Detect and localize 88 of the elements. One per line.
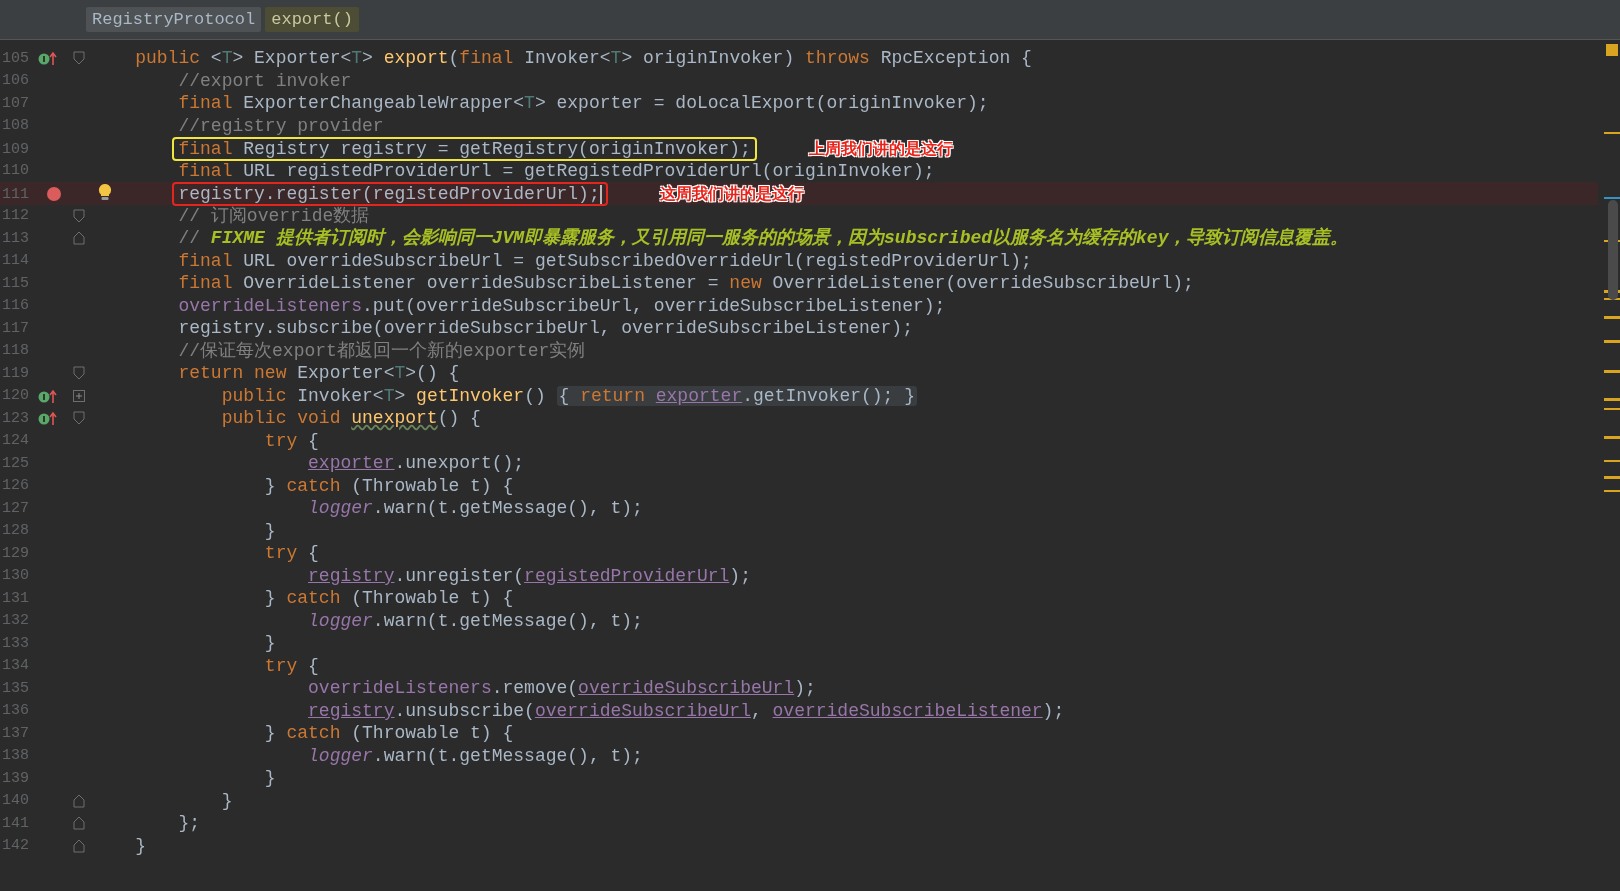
override-icon[interactable] [38,50,58,67]
annotation-text: 这周我们讲的是这行 [659,184,804,204]
code-line: // 订阅override数据 [178,205,370,226]
code-line: } catch (Throwable t) { [264,723,514,744]
line-number: 110 [1,162,30,180]
line-number: 139 [1,769,30,787]
fold-icon[interactable] [73,51,85,66]
code-line: } [135,835,147,856]
line-number: 129 [1,544,30,562]
line-number: 114 [1,252,30,270]
line-number: 135 [1,679,30,697]
override-icon[interactable] [38,410,58,427]
code-line: } [221,790,233,811]
breadcrumb-item[interactable]: RegistryProtocol [86,7,262,32]
code-line: public Invoker<T> getInvoker() { return exporter.getInvoker(); } [221,385,917,406]
code-line: registry.unregister(registedProviderUrl); [308,565,751,586]
code-line: registry.subscribe(overrideSubscribeUrl, overrideSubscribeListener); [178,318,913,339]
code-line: } [264,633,276,654]
line-number: 113 [1,229,30,247]
code-line: try { [264,655,319,676]
line-number: 142 [1,837,30,855]
code-line: overrideListeners.put(overrideSubscribeUrl, overrideSubscribeListener); [178,295,946,316]
line-number: 133 [1,634,30,652]
code-line: registry.unsubscribe(overrideSubscribeUrl, overrideSubscribeListener); [308,700,1065,721]
fold-icon[interactable] [73,793,85,808]
code-line: final OverrideListener overrideSubscribeListener = new OverrideListener(overrideSubscribeUrl); [178,273,1194,294]
breadcrumb-item[interactable]: export() [265,7,359,32]
fold-icon[interactable] [73,411,85,426]
line-number: 116 [1,297,30,315]
fold-icon[interactable] [73,816,85,831]
code-line: final URL registedProviderUrl = getRegistedProviderUrl(originInvoker); [178,160,935,181]
line-number: 112 [1,207,30,225]
code-line: // FIXME 提供者订阅时，会影响同一JVM即暴露服务，又引用同一服务的的场景，因为subscribed以服务名为缓存的key，导致订阅信息覆盖。 [178,228,1349,249]
line-number: 128 [1,522,30,540]
code-line: public void unexport() { [221,408,481,429]
breakpoint-icon[interactable] [46,186,62,202]
code-line: public <T> Exporter<T> export(final Invoker<T> originInvoker) throws RpcException { [135,48,1032,69]
line-number: 125 [1,454,30,472]
code-line: logger.warn(t.getMessage(), t); [308,610,643,631]
line-number: 126 [1,477,30,495]
line-number: 140 [1,792,30,810]
fold-icon[interactable] [73,208,85,223]
line-number: 115 [1,274,30,292]
code-line: logger.warn(t.getMessage(), t); [308,745,643,766]
annotation-text: 上周我们讲的是这行 [808,139,953,159]
code-line: exporter.unexport(); [308,453,525,474]
lightbulb-icon[interactable] [98,183,112,201]
line-number: 107 [1,94,30,112]
code-line: } [264,768,276,789]
line-number: 141 [1,814,30,832]
code-line: //export invoker [178,70,352,91]
code-line: final ExporterChangeableWrapper<T> exporter = doLocalExport(originInvoker); [178,93,989,114]
line-number: 138 [1,747,30,765]
code-line: } [264,520,276,541]
code-line: //保证每次export都返回一个新的exporter实例 [178,340,586,361]
line-number: 108 [1,117,30,135]
fold-icon[interactable] [73,838,85,853]
code-line: overrideListeners.remove(overrideSubscribeUrl); [308,678,816,699]
fold-icon[interactable] [73,366,85,381]
line-number: 134 [1,657,30,675]
code-line: logger.warn(t.getMessage(), t); [308,498,643,519]
code-line: } catch (Throwable t) { [264,475,514,496]
line-number: 131 [1,589,30,607]
code-line: try { [264,543,319,564]
line-number: 118 [1,342,30,360]
code-line: return new Exporter<T>() { [178,363,460,384]
code-line: //registry provider [178,115,384,136]
line-number: 127 [1,499,30,517]
line-number: 123 [1,409,30,427]
line-number: 106 [1,72,30,90]
override-icon[interactable] [38,387,58,404]
line-number: 117 [1,319,30,337]
code-line: final URL overrideSubscribeUrl = getSubscribedOverrideUrl(registedProviderUrl); [178,250,1032,271]
line-number: 105 [1,49,30,67]
line-number: 124 [1,432,30,450]
code-line: } catch (Throwable t) { [264,588,514,609]
code-line: }; [178,813,201,834]
line-number: 109 [1,140,30,158]
line-number: 136 [1,702,30,720]
code-line: try { [264,430,319,451]
line-number: 120 [1,387,30,405]
expand-icon[interactable] [73,389,85,402]
line-number: 132 [1,612,30,630]
line-number: 130 [1,567,30,585]
line-number: 119 [1,364,30,382]
line-number: 137 [1,724,30,742]
fold-icon[interactable] [73,231,85,246]
line-number: 111 [1,185,30,203]
